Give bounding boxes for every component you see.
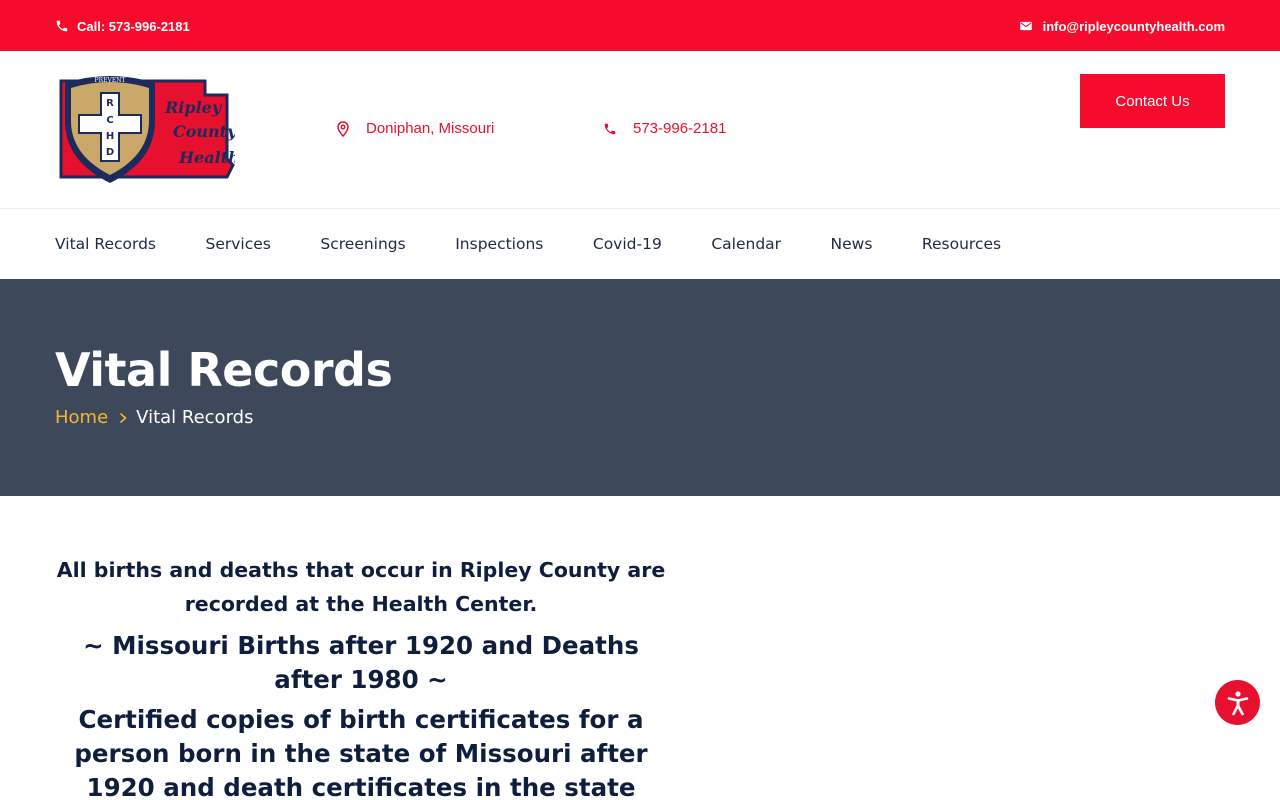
logo-initial-c: C — [106, 115, 113, 126]
top-bar: Call: 573-996-2181 info@ripleycountyheal… — [0, 0, 1280, 51]
accessibility-icon — [1227, 690, 1248, 715]
logo-brand-line3: Health — [178, 148, 235, 167]
contact-us-button[interactable]: Contact Us — [1080, 74, 1225, 128]
header-phone-text: 573-996-2181 — [633, 120, 727, 137]
logo-brand-line1: Ripley — [164, 98, 223, 117]
map-pin-icon — [337, 120, 349, 137]
header-phone[interactable]: 573-996-2181 — [603, 120, 726, 137]
site-header: R C H D PREVENT Ripley County Health Don… — [0, 51, 1280, 209]
accessibility-button[interactable] — [1215, 680, 1260, 725]
nav-item-vital-records[interactable]: Vital Records — [55, 235, 156, 253]
logo-brand-line2: County — [173, 122, 235, 141]
logo-initial-r: R — [106, 98, 114, 109]
breadcrumb-current: Vital Records — [136, 407, 254, 428]
topbar-email[interactable]: info@ripleycountyhealth.com — [1019, 17, 1225, 35]
site-logo[interactable]: R C H D PREVENT Ripley County Health — [55, 73, 235, 185]
topbar-email-text: info@ripleycountyhealth.com — [1042, 18, 1225, 34]
coverage-heading: ~ Missouri Births after 1920 and Deaths … — [83, 631, 639, 694]
nav-item-services[interactable]: Services — [206, 235, 271, 253]
nav-item-inspections[interactable]: Inspections — [455, 235, 543, 253]
header-location: Doniphan, Missouri — [336, 120, 494, 137]
envelope-icon — [1019, 21, 1032, 31]
nav-item-covid-19[interactable]: Covid-19 — [593, 235, 662, 253]
breadcrumb: Home Vital Records — [55, 407, 253, 428]
nav-item-resources[interactable]: Resources — [922, 235, 1001, 253]
nav-item-calendar[interactable]: Calendar — [711, 235, 781, 253]
nav-item-screenings[interactable]: Screenings — [320, 235, 405, 253]
logo-initial-d: D — [106, 147, 114, 158]
topbar-call-text: Call: 573-996-2181 — [77, 18, 190, 34]
main-content: All births and deaths that occur in Ripl… — [55, 553, 667, 800]
page-banner: Vital Records Home Vital Records — [0, 279, 1280, 496]
phone-icon — [56, 20, 68, 32]
header-location-text: Doniphan, Missouri — [366, 120, 495, 137]
certified-copies-text: Certified copies of birth certificates f… — [74, 705, 648, 800]
intro-text: All births and deaths that occur in Ripl… — [56, 558, 666, 616]
page-title: Vital Records — [55, 343, 393, 397]
logo-ring-top: PREVENT — [95, 77, 126, 84]
topbar-call[interactable]: Call: 573-996-2181 — [55, 17, 190, 35]
main-nav: Vital Records Services Screenings Inspec… — [0, 209, 1280, 279]
nav-item-news[interactable]: News — [831, 235, 873, 253]
phone-icon — [604, 123, 616, 134]
chevron-right-icon — [120, 412, 127, 423]
logo-initial-h: H — [106, 131, 114, 142]
breadcrumb-home-link[interactable]: Home — [55, 407, 108, 428]
